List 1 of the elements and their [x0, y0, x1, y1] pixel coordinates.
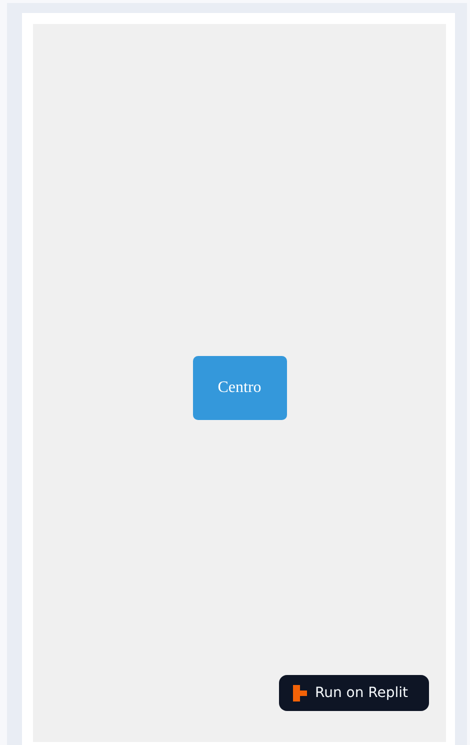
run-on-replit-button[interactable]: Run on Replit [279, 675, 429, 711]
